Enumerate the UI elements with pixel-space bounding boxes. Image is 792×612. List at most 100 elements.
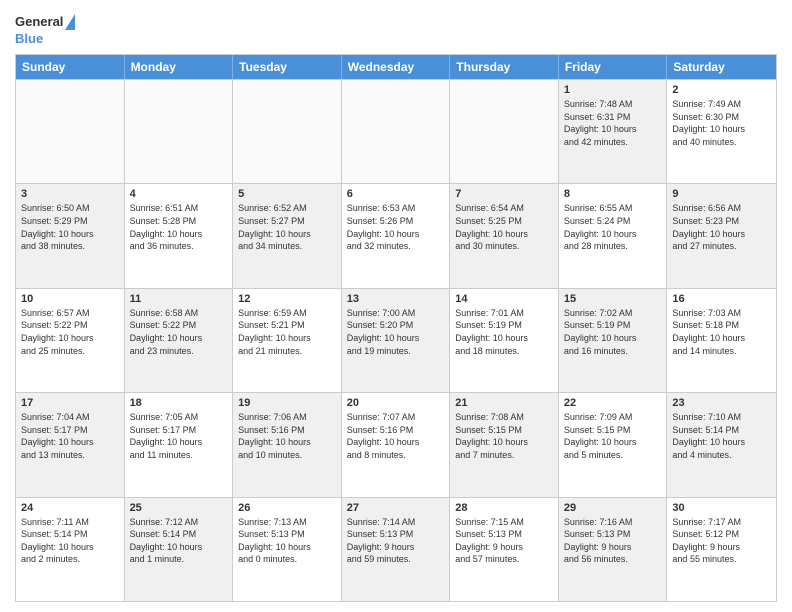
day-number: 26 [238, 502, 336, 514]
day-number: 24 [21, 502, 119, 514]
day-info: Sunrise: 6:57 AM Sunset: 5:22 PM Dayligh… [21, 307, 119, 357]
day-cell-30: 30Sunrise: 7:17 AM Sunset: 5:12 PM Dayli… [667, 498, 776, 601]
day-number: 21 [455, 397, 553, 409]
header-day-monday: Monday [125, 55, 234, 79]
day-cell-11: 11 Sunrise: 6:58 AM Sunset: 5:22 PM Dayli… [125, 289, 234, 392]
day-cell-3: 3Sunrise: 6:50 AM Sunset: 5:29 PM Daylig… [16, 184, 125, 287]
day-number: 15 [564, 293, 662, 305]
day-number: 8 [564, 188, 662, 200]
day-info: Sunrise: 6:55 AM Sunset: 5:24 PM Dayligh… [564, 202, 662, 252]
day-cell-17: 17 Sunrise: 7:04 AM Sunset: 5:17 PM Dayli… [16, 393, 125, 496]
page-header: General Blue [15, 10, 777, 48]
day-info: Sunrise: 6:59 AM Sunset: 5:21 PM Dayligh… [238, 307, 336, 357]
day-cell-26: 26 Sunrise: 7:13 AM Sunset: 5:13 PM Dayli… [233, 498, 342, 601]
empty-cell-0-3 [342, 80, 451, 183]
day-info: Sunrise: 6:54 AM Sunset: 5:25 PM Dayligh… [455, 202, 553, 252]
day-cell-12: 12 Sunrise: 6:59 AM Sunset: 5:21 PM Dayli… [233, 289, 342, 392]
day-number: 10 [21, 293, 119, 305]
day-cell-20: 20 Sunrise: 7:07 AM Sunset: 5:16 PM Dayli… [342, 393, 451, 496]
day-number: 18 [130, 397, 228, 409]
day-number: 13 [347, 293, 445, 305]
day-cell-22: 22 Sunrise: 7:09 AM Sunset: 5:15 PM Dayli… [559, 393, 668, 496]
day-info: Sunrise: 6:51 AM Sunset: 5:28 PM Dayligh… [130, 202, 228, 252]
day-info: Sunrise: 7:13 AM Sunset: 5:13 PM Dayligh… [238, 516, 336, 566]
calendar-row-2: 10 Sunrise: 6:57 AM Sunset: 5:22 PM Dayli… [16, 288, 776, 392]
day-number: 20 [347, 397, 445, 409]
day-cell-27: 27Sunrise: 7:14 AM Sunset: 5:13 PM Dayli… [342, 498, 451, 601]
calendar-page: General Blue SundayMondayTuesdayWednesda… [0, 0, 792, 612]
calendar-row-4: 24 Sunrise: 7:11 AM Sunset: 5:14 PM Dayli… [16, 497, 776, 601]
logo-text-general: General [15, 14, 63, 30]
empty-cell-0-2 [233, 80, 342, 183]
day-number: 11 [130, 293, 228, 305]
day-cell-19: 19Sunrise: 7:06 AM Sunset: 5:16 PM Dayli… [233, 393, 342, 496]
logo-triangle-icon [65, 14, 75, 30]
day-number: 2 [672, 84, 771, 96]
day-number: 3 [21, 188, 119, 200]
header-day-wednesday: Wednesday [342, 55, 451, 79]
day-cell-5: 5 Sunrise: 6:52 AM Sunset: 5:27 PM Daylig… [233, 184, 342, 287]
day-info: Sunrise: 7:10 AM Sunset: 5:14 PM Dayligh… [672, 411, 771, 461]
day-cell-28: 28Sunrise: 7:15 AM Sunset: 5:13 PM Dayli… [450, 498, 559, 601]
empty-cell-0-1 [125, 80, 234, 183]
day-number: 25 [130, 502, 228, 514]
day-number: 14 [455, 293, 553, 305]
day-info: Sunrise: 7:07 AM Sunset: 5:16 PM Dayligh… [347, 411, 445, 461]
day-info: Sunrise: 6:52 AM Sunset: 5:27 PM Dayligh… [238, 202, 336, 252]
day-number: 12 [238, 293, 336, 305]
day-cell-9: 9Sunrise: 6:56 AM Sunset: 5:23 PM Daylig… [667, 184, 776, 287]
day-info: Sunrise: 7:08 AM Sunset: 5:15 PM Dayligh… [455, 411, 553, 461]
empty-cell-0-0 [16, 80, 125, 183]
day-number: 22 [564, 397, 662, 409]
empty-cell-0-4 [450, 80, 559, 183]
day-number: 7 [455, 188, 553, 200]
day-info: Sunrise: 6:58 AM Sunset: 5:22 PM Dayligh… [130, 307, 228, 357]
calendar-row-3: 17 Sunrise: 7:04 AM Sunset: 5:17 PM Dayli… [16, 392, 776, 496]
calendar-row-0: 1 Sunrise: 7:48 AM Sunset: 6:31 PM Daylig… [16, 79, 776, 183]
day-info: Sunrise: 7:05 AM Sunset: 5:17 PM Dayligh… [130, 411, 228, 461]
logo: General Blue [15, 14, 75, 48]
day-number: 4 [130, 188, 228, 200]
header-day-thursday: Thursday [450, 55, 559, 79]
day-info: Sunrise: 6:53 AM Sunset: 5:26 PM Dayligh… [347, 202, 445, 252]
day-cell-14: 14 Sunrise: 7:01 AM Sunset: 5:19 PM Dayli… [450, 289, 559, 392]
logo-text-blue: Blue [15, 31, 43, 46]
day-number: 17 [21, 397, 119, 409]
day-info: Sunrise: 7:02 AM Sunset: 5:19 PM Dayligh… [564, 307, 662, 357]
day-cell-29: 29Sunrise: 7:16 AM Sunset: 5:13 PM Dayli… [559, 498, 668, 601]
day-cell-8: 8 Sunrise: 6:55 AM Sunset: 5:24 PM Daylig… [559, 184, 668, 287]
logo-text-block: General Blue [15, 14, 75, 48]
day-number: 28 [455, 502, 553, 514]
day-info: Sunrise: 7:01 AM Sunset: 5:19 PM Dayligh… [455, 307, 553, 357]
day-cell-23: 23 Sunrise: 7:10 AM Sunset: 5:14 PM Dayli… [667, 393, 776, 496]
day-cell-25: 25 Sunrise: 7:12 AM Sunset: 5:14 PM Dayli… [125, 498, 234, 601]
day-info: Sunrise: 7:00 AM Sunset: 5:20 PM Dayligh… [347, 307, 445, 357]
day-number: 23 [672, 397, 771, 409]
day-cell-6: 6 Sunrise: 6:53 AM Sunset: 5:26 PM Daylig… [342, 184, 451, 287]
day-cell-15: 15 Sunrise: 7:02 AM Sunset: 5:19 PM Dayli… [559, 289, 668, 392]
day-info: Sunrise: 7:06 AM Sunset: 5:16 PM Dayligh… [238, 411, 336, 461]
day-info: Sunrise: 7:48 AM Sunset: 6:31 PM Dayligh… [564, 98, 662, 148]
day-info: Sunrise: 7:11 AM Sunset: 5:14 PM Dayligh… [21, 516, 119, 566]
day-cell-4: 4 Sunrise: 6:51 AM Sunset: 5:28 PM Daylig… [125, 184, 234, 287]
day-cell-18: 18 Sunrise: 7:05 AM Sunset: 5:17 PM Dayli… [125, 393, 234, 496]
day-number: 1 [564, 84, 662, 96]
day-cell-2: 2Sunrise: 7:49 AM Sunset: 6:30 PM Daylig… [667, 80, 776, 183]
day-info: Sunrise: 7:16 AM Sunset: 5:13 PM Dayligh… [564, 516, 662, 566]
day-info: Sunrise: 6:56 AM Sunset: 5:23 PM Dayligh… [672, 202, 771, 252]
day-info: Sunrise: 7:04 AM Sunset: 5:17 PM Dayligh… [21, 411, 119, 461]
header-day-friday: Friday [559, 55, 668, 79]
day-cell-16: 16Sunrise: 7:03 AM Sunset: 5:18 PM Dayli… [667, 289, 776, 392]
day-cell-24: 24 Sunrise: 7:11 AM Sunset: 5:14 PM Dayli… [16, 498, 125, 601]
day-cell-13: 13 Sunrise: 7:00 AM Sunset: 5:20 PM Dayli… [342, 289, 451, 392]
day-number: 6 [347, 188, 445, 200]
calendar: SundayMondayTuesdayWednesdayThursdayFrid… [15, 54, 777, 602]
day-info: Sunrise: 7:09 AM Sunset: 5:15 PM Dayligh… [564, 411, 662, 461]
calendar-header: SundayMondayTuesdayWednesdayThursdayFrid… [16, 55, 776, 79]
header-day-saturday: Saturday [667, 55, 776, 79]
day-number: 27 [347, 502, 445, 514]
day-number: 5 [238, 188, 336, 200]
day-cell-7: 7 Sunrise: 6:54 AM Sunset: 5:25 PM Daylig… [450, 184, 559, 287]
day-info: Sunrise: 7:12 AM Sunset: 5:14 PM Dayligh… [130, 516, 228, 566]
header-day-sunday: Sunday [16, 55, 125, 79]
